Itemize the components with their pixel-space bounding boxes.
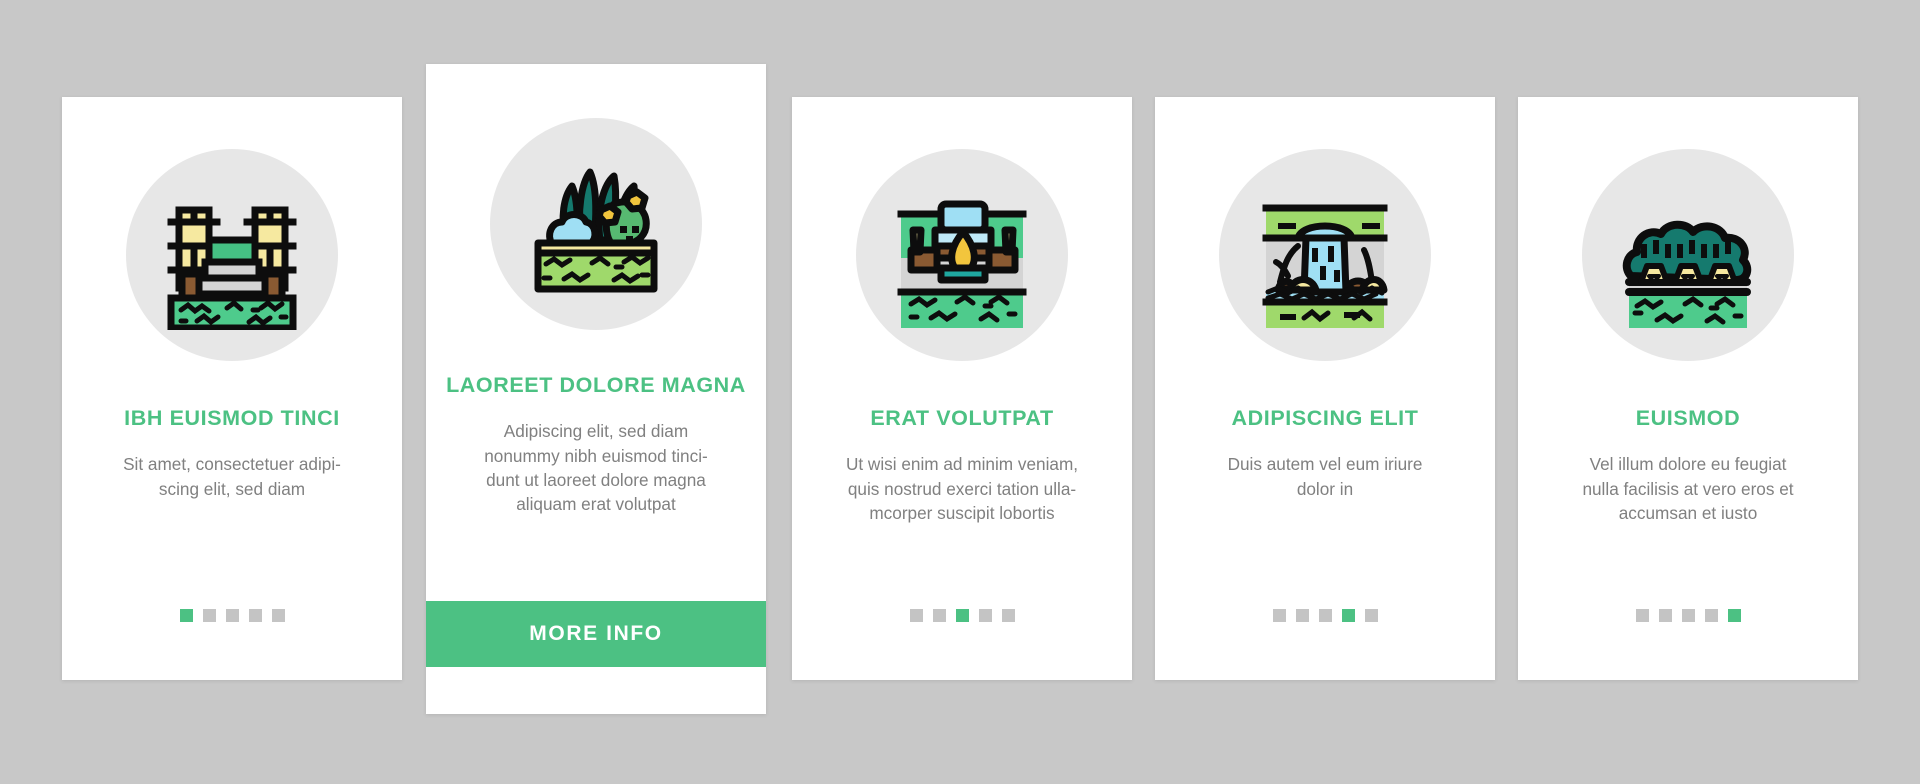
pagination-dot[interactable] [1295,609,1309,622]
card-body: Sit amet, consectetuer adipi- scing elit… [123,454,341,499]
pagination-dots[interactable] [1272,609,1378,622]
pagination-dot[interactable] [1364,609,1378,622]
fire-pit-benches-icon [856,149,1068,361]
pagination-dot[interactable] [248,609,262,622]
pagination-dots[interactable] [179,609,285,622]
pagination-dot[interactable] [955,609,969,622]
card-body: Duis autem vel eum iriure dolor in [1227,454,1423,499]
pagination-dot[interactable] [1001,609,1015,622]
onboarding-card-2[interactable]: LAOREET DOLORE MAGNA Adipiscing elit, se… [426,64,766,714]
card-title: ADIPISCING ELIT [1231,406,1419,430]
flower-garden-bed-icon [490,118,702,330]
card-title: IBH EUISMOD TINCI [124,406,340,430]
pagination-dot[interactable] [1727,609,1741,622]
card-title: EUISMOD [1635,406,1741,430]
more-info-button[interactable]: MORE INFO [426,601,766,667]
pagination-dot[interactable] [1681,609,1695,622]
pagination-dot[interactable] [179,609,193,622]
pagination-dots[interactable] [909,609,1015,622]
card-title: ERAT VOLUTPAT [870,406,1054,430]
pagination-dot[interactable] [1704,609,1718,622]
pagination-dots[interactable] [1635,609,1741,622]
pagination-dot[interactable] [1635,609,1649,622]
onboarding-card-1[interactable]: IBH EUISMOD TINCI Sit amet, consectetuer… [62,97,402,680]
onboarding-card-3[interactable]: ERAT VOLUTPAT Ut wisi enim ad minim veni… [792,97,1132,680]
onboarding-card-5[interactable]: EUISMOD Vel illum dolore eu feugiat null… [1518,97,1858,680]
card-title: LAOREET DOLORE MAGNA [446,373,746,397]
onboarding-card-4[interactable]: ADIPISCING ELIT Duis autem vel eum iriur… [1155,97,1495,680]
card-body: Adipiscing elit, sed diam nonummy nibh e… [484,421,708,515]
pagination-dot[interactable] [1318,609,1332,622]
waterfall-pond-icon [1219,149,1431,361]
pagination-dot[interactable] [909,609,923,622]
pagination-dot[interactable] [1272,609,1286,622]
pagination-dot[interactable] [1341,609,1355,622]
park-amphitheater-bridge-icon [126,149,338,361]
pagination-dot[interactable] [932,609,946,622]
pagination-dot[interactable] [225,609,239,622]
pagination-dot[interactable] [978,609,992,622]
card-body: Vel illum dolore eu feugiat nulla facili… [1582,454,1794,523]
pagination-dot[interactable] [202,609,216,622]
pagination-dot[interactable] [271,609,285,622]
onboarding-screens-stage: IBH EUISMOD TINCI Sit amet, consectetuer… [0,0,1920,784]
pagination-dot[interactable] [1658,609,1672,622]
card-body: Ut wisi enim ad minim veniam, quis nostr… [845,454,1079,523]
hedge-trees-lighting-icon [1582,149,1794,361]
